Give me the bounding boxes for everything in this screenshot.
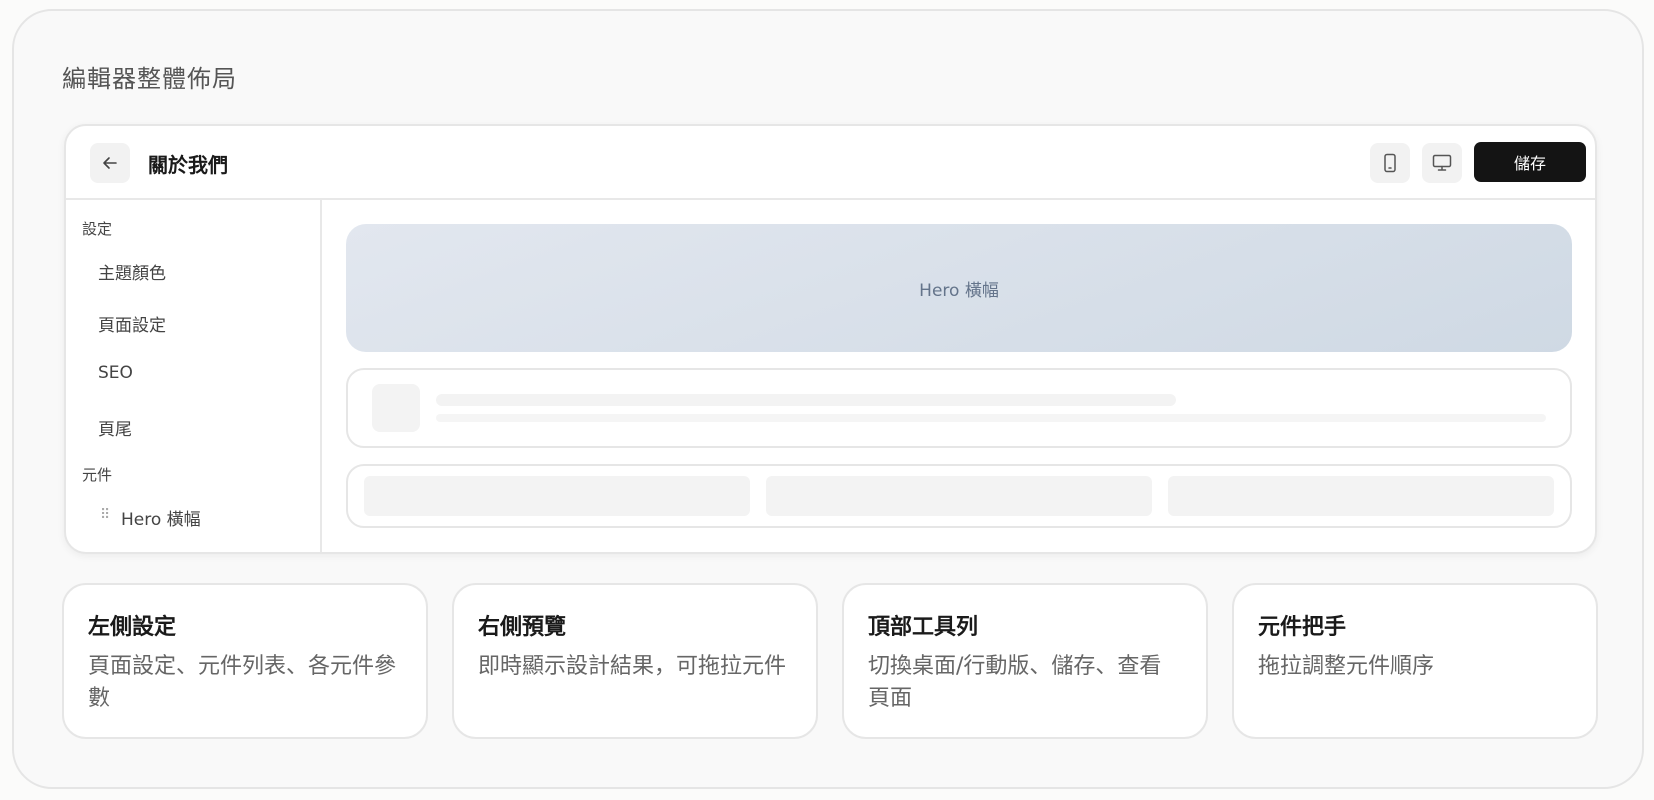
mobile-phone-icon	[1384, 153, 1396, 173]
column-placeholder	[766, 476, 1152, 516]
content-block-text[interactable]	[346, 368, 1572, 448]
drag-handle-icon[interactable]: ⠿	[100, 507, 110, 523]
back-button[interactable]	[90, 143, 130, 183]
feature-card: 右側預覽 即時顯示設計結果，可拖拉元件	[452, 583, 818, 739]
column-placeholder	[1168, 476, 1554, 516]
desktop-view-button[interactable]	[1422, 143, 1462, 183]
column-placeholder	[364, 476, 750, 516]
card-description: 切換桌面/行動版、儲存、查看頁面	[868, 654, 1162, 711]
text-line-placeholder	[436, 414, 1546, 422]
text-line-placeholder	[436, 394, 1176, 406]
editor-topbar: 關於我們 儲存	[66, 126, 1595, 200]
card-description: 頁面設定、元件列表、各元件參數	[88, 654, 397, 711]
desktop-monitor-icon	[1432, 154, 1452, 171]
sidebar-item-hero-banner[interactable]: Hero 橫幅	[121, 505, 201, 530]
hero-banner-label: Hero 橫幅	[919, 280, 999, 301]
card-description: 即時顯示設計結果，可拖拉元件	[478, 654, 787, 679]
card-title: 頂部工具列	[868, 615, 979, 640]
preview-canvas: Hero 橫幅	[322, 200, 1595, 552]
page-title: 關於我們	[148, 153, 228, 177]
card-title: 右側預覽	[478, 615, 567, 640]
feature-card: 元件把手 拖拉調整元件順序	[1232, 583, 1598, 739]
sidebar-item-seo[interactable]: SEO	[98, 363, 133, 383]
sidebar-item-theme-color[interactable]: 主題顏色	[98, 259, 166, 284]
save-button[interactable]: 儲存	[1474, 142, 1586, 182]
content-block-columns[interactable]	[346, 464, 1572, 528]
card-description: 拖拉調整元件順序	[1258, 654, 1435, 679]
arrow-left-icon	[103, 157, 117, 169]
image-placeholder	[372, 384, 420, 432]
sidebar-item-footer[interactable]: 頁尾	[98, 415, 132, 440]
feature-card: 左側設定 頁面設定、元件列表、各元件參數	[62, 583, 428, 739]
feature-card: 頂部工具列 切換桌面/行動版、儲存、查看頁面	[842, 583, 1208, 739]
hero-banner-block[interactable]: Hero 橫幅	[346, 224, 1572, 352]
editor-mockup: 關於我們 儲存 設定 主題顏色 頁面設定 SEO 頁尾 元件 ⠿ Hero 橫幅…	[64, 124, 1597, 554]
card-title: 左側設定	[88, 615, 177, 640]
sidebar-group-settings: 設定	[82, 220, 113, 238]
settings-sidebar: 設定 主題顏色 頁面設定 SEO 頁尾 元件 ⠿ Hero 橫幅	[66, 200, 322, 552]
mobile-view-button[interactable]	[1370, 143, 1410, 183]
sidebar-group-components: 元件	[82, 466, 113, 484]
section-title: 編輯器整體佈局	[62, 65, 237, 93]
sidebar-item-page-settings[interactable]: 頁面設定	[98, 311, 166, 336]
card-title: 元件把手	[1258, 615, 1347, 640]
